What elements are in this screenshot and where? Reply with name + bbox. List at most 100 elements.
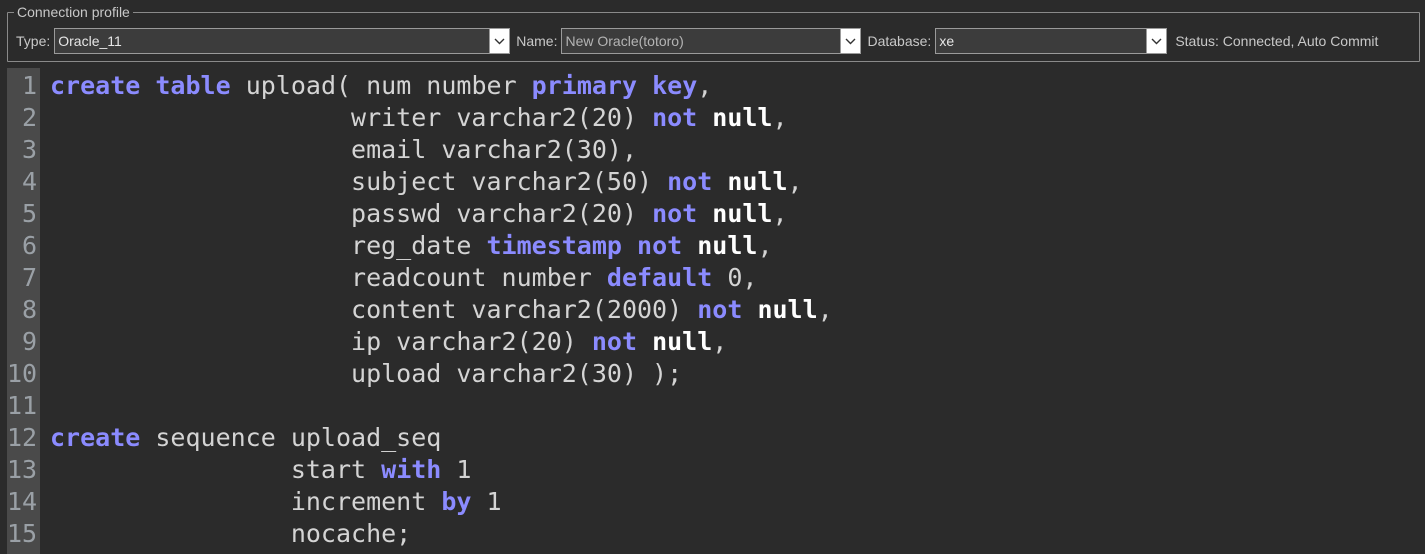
line-number: 2	[21, 102, 37, 132]
code-line[interactable]: 7 readcount number default 0,	[7, 261, 1425, 293]
code-text: ip varchar2(20) not null,	[40, 327, 727, 356]
sql-editor[interactable]: 1 create table upload( num number primary…	[7, 68, 1425, 554]
line-number: 15	[7, 518, 38, 548]
code-line[interactable]: 10 upload varchar2(30) );	[7, 357, 1425, 389]
code-text: create table upload( num number primary …	[40, 71, 712, 100]
line-number: 11	[7, 390, 38, 420]
chevron-down-icon[interactable]	[489, 29, 510, 53]
code-token: readcount number	[50, 262, 607, 292]
type-label: Type:	[16, 33, 51, 49]
keyword-token: not	[591, 326, 638, 356]
null-token: null	[712, 198, 773, 228]
keyword-token: not	[667, 166, 713, 196]
code-line[interactable]: 12 create sequence upload_seq	[7, 421, 1425, 453]
code-line[interactable]: 4 subject varchar2(50) not null,	[7, 165, 1425, 197]
null-token: null	[712, 102, 773, 132]
code-text: passwd varchar2(20) not null,	[40, 199, 788, 228]
code-token: ,	[817, 294, 833, 324]
code-token: increment	[50, 486, 442, 516]
code-token: reg_date	[50, 230, 487, 260]
code-line[interactable]: 13 start with 1	[7, 453, 1425, 485]
line-number: 10	[7, 358, 38, 388]
line-number: 12	[7, 422, 38, 452]
code-line[interactable]: 15 nocache;	[7, 517, 1425, 549]
keyword-token: create	[50, 422, 141, 452]
keyword-token: with	[381, 454, 442, 484]
database-combobox[interactable]: xe	[935, 28, 1168, 54]
chevron-down-icon[interactable]	[1146, 29, 1167, 53]
database-value: xe	[939, 33, 955, 49]
code-line[interactable]: 11	[7, 389, 1425, 421]
keyword-token: default	[606, 262, 713, 292]
database-label: Database:	[867, 33, 932, 49]
code-line[interactable]: 1 create table upload( num number primary…	[7, 69, 1425, 101]
code-token: writer varchar2(20)	[50, 102, 653, 132]
name-combobox[interactable]: New Oracle(totoro)	[561, 28, 862, 54]
line-number: 4	[21, 166, 37, 196]
code-token: ,	[772, 102, 788, 132]
code-text: nocache;	[40, 519, 411, 548]
keyword-token: primary	[531, 70, 638, 100]
code-line[interactable]: 5 passwd varchar2(20) not null,	[7, 197, 1425, 229]
line-number: 7	[21, 262, 37, 292]
null-token: null	[697, 230, 758, 260]
code-text: start with 1	[40, 454, 472, 484]
code-token: content varchar2(2000)	[50, 294, 698, 324]
code-text: create sequence upload_seq	[40, 423, 441, 452]
line-number: 13	[7, 454, 38, 484]
code-text: content varchar2(2000) not null,	[40, 295, 833, 324]
null-token: null	[652, 326, 713, 356]
connection-profile-panel: Connection profile Type: Oracle_11 Name:…	[0, 0, 1425, 66]
code-line[interactable]: 3 email varchar2(30),	[7, 133, 1425, 165]
line-number: 3	[21, 134, 37, 164]
code-token: subject varchar2(50)	[50, 166, 668, 196]
keyword-token: not	[652, 198, 698, 228]
code-text: upload varchar2(30) );	[40, 359, 682, 388]
null-token: null	[727, 166, 788, 196]
code-line[interactable]: 8 content varchar2(2000) not null,	[7, 293, 1425, 325]
keyword-token: not	[652, 102, 698, 132]
code-line[interactable]: 9 ip varchar2(20) not null,	[7, 325, 1425, 357]
code-token: passwd varchar2(20)	[50, 198, 653, 228]
name-value: New Oracle(totoro)	[565, 33, 684, 49]
connection-status: Status: Connected, Auto Commit	[1175, 33, 1379, 49]
chevron-down-icon[interactable]	[840, 29, 861, 53]
keyword-token: by	[441, 486, 472, 516]
code-text: email varchar2(30),	[40, 135, 637, 164]
keyword-token: key	[652, 70, 698, 100]
code-token: 1	[471, 486, 502, 516]
line-number: 14	[7, 486, 38, 516]
code-text: increment by 1	[40, 487, 502, 516]
connection-profile-legend: Connection profile	[14, 3, 133, 21]
type-combobox[interactable]: Oracle_11	[54, 28, 511, 54]
code-token: upload( num number	[230, 70, 532, 100]
keyword-token: create	[50, 70, 141, 100]
code-line[interactable]: 6 reg_date timestamp not null,	[7, 229, 1425, 261]
keyword-token: timestamp	[486, 230, 622, 260]
line-number: 8	[21, 294, 37, 324]
line-number: 1	[21, 70, 37, 100]
type-value: Oracle_11	[58, 33, 122, 49]
code-token: email varchar2(30),	[50, 134, 637, 164]
code-token: upload varchar2(30) );	[50, 358, 683, 388]
line-number: 9	[21, 326, 37, 356]
name-label: Name:	[516, 33, 558, 49]
code-token: nocache;	[50, 518, 412, 548]
code-line[interactable]: 14 increment by 1	[7, 485, 1425, 517]
code-token: 1	[441, 454, 472, 484]
code-token: ip varchar2(20)	[50, 326, 592, 356]
code-line[interactable]: 2 writer varchar2(20) not null,	[7, 101, 1425, 133]
null-token: null	[757, 294, 818, 324]
code-text: readcount number default 0,	[40, 263, 757, 292]
code-text: subject varchar2(50) not null,	[40, 167, 803, 196]
code-token: ,	[697, 70, 713, 100]
connection-profile-row: Type: Oracle_11 Name: New Oracle(totoro)…	[16, 28, 1378, 54]
